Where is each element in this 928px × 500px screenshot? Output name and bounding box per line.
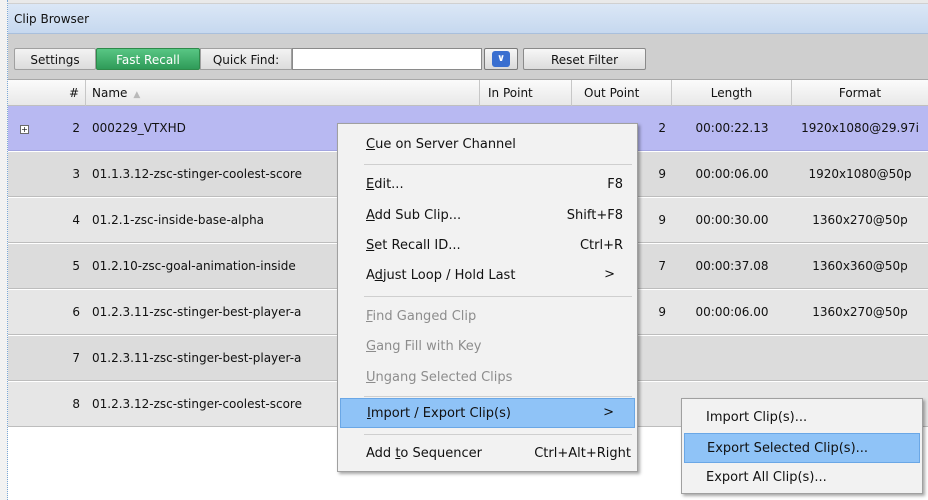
left-dock-strip xyxy=(0,0,8,500)
row-number: 7 xyxy=(72,351,80,365)
menu-item-import-export-clips[interactable]: Import / Export Clip(s) > xyxy=(340,398,635,428)
context-menu: Cue on Server Channel Edit... F8 Add Sub… xyxy=(337,123,638,472)
menu-item-adjust-loop[interactable]: Adjust Loop / Hold Last > xyxy=(340,261,635,291)
column-header-number[interactable]: # xyxy=(8,80,86,106)
menu-separator xyxy=(364,396,632,397)
window-title: Clip Browser xyxy=(14,12,90,26)
clip-format xyxy=(792,336,928,381)
menu-item-label: Find Ganged Clip xyxy=(366,309,477,324)
column-header-name-label: Name xyxy=(92,86,128,100)
menu-item-cue-on-server-channel[interactable]: Cue on Server Channel xyxy=(340,130,635,160)
menu-item-add-to-sequencer[interactable]: Add to Sequencer Ctrl+Alt+Right xyxy=(340,439,635,469)
fast-recall-button[interactable]: Fast Recall xyxy=(96,48,200,70)
menu-item-label: Gang Fill with Key xyxy=(366,339,482,354)
menu-shortcut: Ctrl+R xyxy=(579,238,623,253)
table-header: # Name ▲ In Point Out Point Length Format xyxy=(8,80,928,106)
clip-length: 00:00:06.00 xyxy=(695,305,769,319)
menu-item-edit[interactable]: Edit... F8 xyxy=(340,170,635,200)
clip-length: 00:00:22.13 xyxy=(695,121,769,135)
submenu-item-label: Export Selected Clip(s)... xyxy=(707,441,869,456)
column-header-length[interactable]: Length xyxy=(672,80,792,106)
row-number: 2 xyxy=(72,121,80,135)
menu-item-label: Adjust Loop / Hold Last xyxy=(366,268,516,283)
submenu-item-import-clips[interactable]: Import Clip(s)... xyxy=(684,403,920,433)
menu-item-label: Set Recall ID... xyxy=(366,238,461,253)
reset-filter-button[interactable]: Reset Filter xyxy=(523,48,646,70)
clip-length: 00:00:06.00 xyxy=(695,167,769,181)
submenu-item-export-selected-clips[interactable]: Export Selected Clip(s)... xyxy=(684,433,920,463)
settings-button[interactable]: Settings xyxy=(14,48,96,70)
menu-separator xyxy=(364,164,632,165)
expand-plus-icon: + xyxy=(20,125,29,134)
row-number: 4 xyxy=(72,213,80,227)
menu-item-label: Import / Export Clip(s) xyxy=(367,406,511,421)
row-number: 3 xyxy=(72,167,80,181)
menu-item-label: Add to Sequencer xyxy=(366,446,482,461)
clip-format: 1920x1080@29.97i xyxy=(801,121,919,135)
column-header-format[interactable]: Format xyxy=(792,80,928,106)
menu-item-set-recall-id[interactable]: Set Recall ID... Ctrl+R xyxy=(340,231,635,261)
menu-separator xyxy=(364,296,632,297)
menu-item-label: Cue on Server Channel xyxy=(366,137,516,152)
clip-format: 1360x360@50p xyxy=(812,259,908,273)
menu-item-ungang-selected-clips: Ungang Selected Clips xyxy=(340,363,635,393)
row-number: 5 xyxy=(72,259,80,273)
menu-shortcut: F8 xyxy=(607,177,623,192)
title-bar: Clip Browser xyxy=(8,4,928,34)
menu-item-find-ganged-clip: Find Ganged Clip xyxy=(340,302,635,332)
quick-find-dropdown-button[interactable]: ∨ xyxy=(484,48,518,70)
column-header-in-point[interactable]: In Point xyxy=(480,80,572,106)
import-export-submenu: Import Clip(s)... Export Selected Clip(s… xyxy=(681,398,923,494)
submenu-item-label: Import Clip(s)... xyxy=(706,410,808,425)
menu-shortcut: Ctrl+Alt+Right xyxy=(534,446,631,461)
clip-format: 1920x1080@50p xyxy=(808,167,912,181)
clip-table: # Name ▲ In Point Out Point Length Format… xyxy=(8,80,928,427)
menu-item-label: Edit... xyxy=(366,177,404,192)
row-number: 6 xyxy=(72,305,80,319)
row-number: 8 xyxy=(72,397,80,411)
sort-ascending-icon: ▲ xyxy=(133,90,141,100)
clip-format: 1360x270@50p xyxy=(812,305,908,319)
menu-item-add-sub-clip[interactable]: Add Sub Clip... Shift+F8 xyxy=(340,201,635,231)
clip-length xyxy=(672,336,792,381)
clip-format: 1360x270@50p xyxy=(812,213,908,227)
double-chevron-down-icon: ∨ xyxy=(492,51,510,67)
clip-length: 00:00:37.08 xyxy=(695,259,769,273)
submenu-item-label: Export All Clip(s)... xyxy=(706,470,827,485)
quick-find-label: Quick Find: xyxy=(200,48,292,70)
submenu-arrow-icon: > xyxy=(604,267,615,282)
menu-item-gang-fill-with-key: Gang Fill with Key xyxy=(340,332,635,362)
column-header-out-point[interactable]: Out Point xyxy=(572,80,672,106)
clip-length: 00:00:30.00 xyxy=(695,213,769,227)
quick-find-input[interactable] xyxy=(292,48,482,70)
toolbar: Settings Fast Recall Quick Find: ∨ Reset… xyxy=(8,34,928,80)
expand-toggle[interactable]: + xyxy=(20,106,34,151)
menu-separator xyxy=(364,434,632,435)
submenu-arrow-icon: > xyxy=(603,405,614,420)
submenu-item-export-all-clips[interactable]: Export All Clip(s)... xyxy=(684,463,920,493)
column-header-name[interactable]: Name ▲ xyxy=(86,80,480,106)
menu-item-label: Ungang Selected Clips xyxy=(366,370,513,385)
menu-shortcut: Shift+F8 xyxy=(566,208,623,223)
menu-item-label: Add Sub Clip... xyxy=(366,208,462,223)
